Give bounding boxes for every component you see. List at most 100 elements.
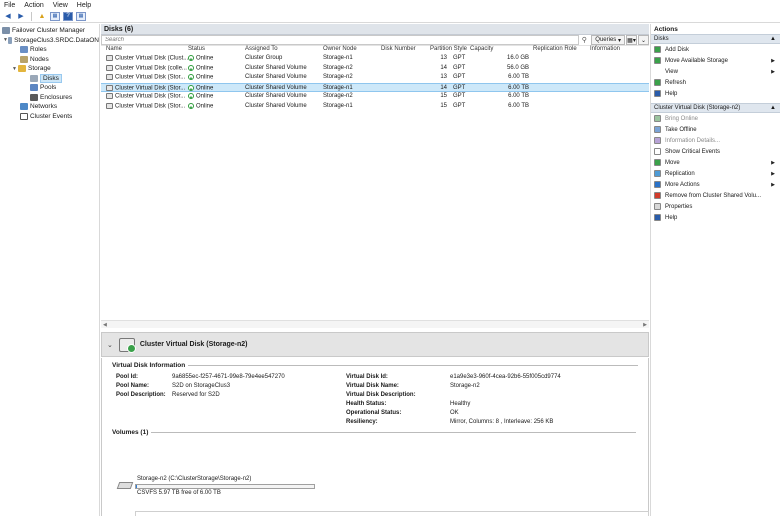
menu-view[interactable]: View	[53, 2, 68, 9]
detail-panel: Virtual Disk Information Pool Id: 9a6855e…	[101, 358, 649, 516]
virtual-disk-info-title: Virtual Disk Information	[112, 362, 639, 369]
search-icon[interactable]: ⚲	[579, 36, 589, 44]
remove-csv-icon	[654, 192, 661, 199]
up-folder-icon[interactable]: ▲	[37, 12, 47, 21]
queries-button[interactable]: Queries ▾	[591, 35, 625, 45]
cell-status: ▲ Online	[188, 55, 214, 62]
actions-list-virtual-disk: Bring Online Take Offline Information Deta…	[651, 113, 780, 223]
menu-action[interactable]: Action	[24, 2, 43, 9]
menu-help[interactable]: Help	[77, 2, 91, 9]
action-take-offline[interactable]: Take Offline	[651, 124, 780, 135]
tree-item-networks[interactable]: Networks	[0, 102, 99, 112]
cell-capacity: 6.00 TB	[508, 93, 529, 99]
action-refresh[interactable]: Refresh	[651, 77, 780, 88]
grid-header: Name Status Assigned To Owner Node Disk …	[101, 46, 649, 54]
cluster-events-icon	[20, 112, 28, 120]
cell-disk-number: 13	[440, 55, 447, 61]
action-view[interactable]: View ▶	[651, 66, 780, 77]
move-icon	[654, 159, 661, 166]
actions-section-disks[interactable]: Disks ▲	[651, 34, 780, 44]
action-replication[interactable]: Replication ▶	[651, 168, 780, 179]
action-help[interactable]: Help	[651, 88, 780, 99]
pool-description: Pool Description: Reserved for S2D	[116, 392, 220, 398]
critical-events-icon	[654, 148, 661, 155]
cell-status: ▲ Online	[188, 102, 214, 110]
cell-owner-node: Storage-n1	[323, 55, 353, 61]
back-arrow-icon[interactable]: ◀	[3, 12, 13, 21]
action-properties[interactable]: Properties	[651, 201, 780, 212]
action-add-disk[interactable]: Add Disk	[651, 44, 780, 55]
tree-item-storage[interactable]: ▼ Storage	[0, 64, 99, 74]
table-row[interactable]: Cluster Virtual Disk (Stor... ▲ Online Clus…	[101, 102, 649, 112]
action-information-details[interactable]: Information Details...	[651, 135, 780, 146]
volume-usage-bar	[135, 484, 315, 489]
tree-item-enclosures[interactable]: Enclosures	[0, 93, 99, 103]
column-replication-role[interactable]: Replication Role	[533, 46, 577, 52]
chevron-down-icon[interactable]: ⌄	[107, 341, 113, 349]
column-partition-style[interactable]: Partition Style	[430, 46, 467, 52]
horizontal-scrollbar[interactable]: ◀ ▶	[101, 320, 649, 328]
storage-icon	[18, 65, 26, 73]
virtual-disk-icon	[106, 64, 113, 71]
submenu-arrow-icon: ▶	[771, 159, 775, 166]
column-name[interactable]: Name	[106, 46, 122, 52]
tree-root[interactable]: Failover Cluster Manager	[0, 26, 99, 36]
disks-icon	[30, 74, 38, 82]
column-information[interactable]: Information	[590, 46, 620, 52]
column-owner-node[interactable]: Owner Node	[323, 46, 357, 52]
save-query-button[interactable]: ▦▾	[626, 35, 637, 45]
tree-item-roles[interactable]: Roles	[0, 45, 99, 55]
tree-item-cluster-events[interactable]: Cluster Events	[0, 112, 99, 122]
help-icon	[654, 214, 661, 221]
action-help[interactable]: Help	[651, 212, 780, 223]
action-move-available-storage[interactable]: Move Available Storage ▶	[651, 55, 780, 66]
table-row[interactable]: Cluster Virtual Disk (Clust... ▲ Online Clu…	[101, 54, 649, 64]
submenu-arrow-icon: ▶	[771, 170, 775, 177]
column-disk-number[interactable]: Disk Number	[381, 46, 416, 52]
collapse-up-icon[interactable]: ▲	[770, 105, 776, 111]
action-move[interactable]: Move ▶	[651, 157, 780, 168]
cell-disk-number: 14	[440, 84, 447, 91]
virtual-disk-icon	[106, 102, 113, 109]
help-icon[interactable]: ?	[63, 11, 73, 21]
tree-item-nodes[interactable]: Nodes	[0, 55, 99, 65]
column-assigned-to[interactable]: Assigned To	[245, 46, 278, 52]
action-remove-from-cluster-shared-volu[interactable]: Remove from Cluster Shared Volu...	[651, 190, 780, 201]
table-row[interactable]: Cluster Virtual Disk (Stor... ▲ Online Clus…	[101, 73, 649, 83]
tree-cluster[interactable]: ▼ StorageClus3.SRDC.DataON	[0, 36, 99, 46]
search-input[interactable]	[101, 35, 580, 45]
tree-item-pools[interactable]: Pools	[0, 83, 99, 93]
action-more-actions[interactable]: More Actions ▶	[651, 179, 780, 190]
online-status-icon: ▲	[188, 55, 194, 61]
cell-name: Cluster Virtual Disk (colle...	[106, 64, 187, 71]
table-row[interactable]: Cluster Virtual Disk (colle... ▲ Online Clu…	[101, 64, 649, 74]
action-show-critical-events[interactable]: Show Critical Events	[651, 146, 780, 157]
cell-owner-node: Storage-n1	[323, 102, 353, 109]
show-action-pane-icon[interactable]: ▦	[76, 11, 86, 21]
actions-title: Actions	[654, 25, 678, 33]
take-offline-icon	[654, 126, 661, 133]
cell-name: Cluster Virtual Disk (Stor...	[106, 102, 185, 109]
online-status-icon: ▲	[188, 102, 194, 109]
collapse-up-icon[interactable]: ▲	[770, 36, 776, 42]
table-row[interactable]: Cluster Virtual Disk (Stor... ▲ Online Clus…	[101, 82, 649, 92]
virtual-disk-icon	[106, 55, 113, 61]
action-bring-online[interactable]: Bring Online	[651, 113, 780, 124]
tree-item-disks[interactable]: Disks	[0, 73, 99, 84]
cell-owner-node: Storage-n1	[323, 84, 353, 91]
more-actions-icon	[654, 181, 661, 188]
forward-arrow-icon[interactable]: ▶	[16, 12, 26, 21]
scroll-right-icon[interactable]: ▶	[643, 322, 647, 328]
scroll-left-icon[interactable]: ◀	[103, 322, 107, 328]
volume-name[interactable]: Storage-n2 (C:\ClusterStorage\Storage-n2…	[137, 476, 251, 482]
column-capacity[interactable]: Capacity	[470, 46, 493, 52]
actions-section-virtual-disk[interactable]: Cluster Virtual Disk (Storage-n2) ▲	[651, 103, 780, 113]
column-status[interactable]: Status	[188, 46, 205, 52]
collapse-button[interactable]: ⌄	[638, 35, 649, 45]
cell-assigned-to: Cluster Group	[245, 55, 283, 61]
cell-status: ▲ Online	[188, 84, 214, 92]
table-row[interactable]: Cluster Virtual Disk (Stor... ▲ Online Clus…	[101, 92, 649, 102]
actions-list-disks: Add Disk Move Available Storage ▶ View ▶ Refr…	[651, 44, 780, 99]
show-hide-tree-icon[interactable]: ▦	[50, 11, 60, 21]
menu-file[interactable]: File	[4, 2, 15, 9]
